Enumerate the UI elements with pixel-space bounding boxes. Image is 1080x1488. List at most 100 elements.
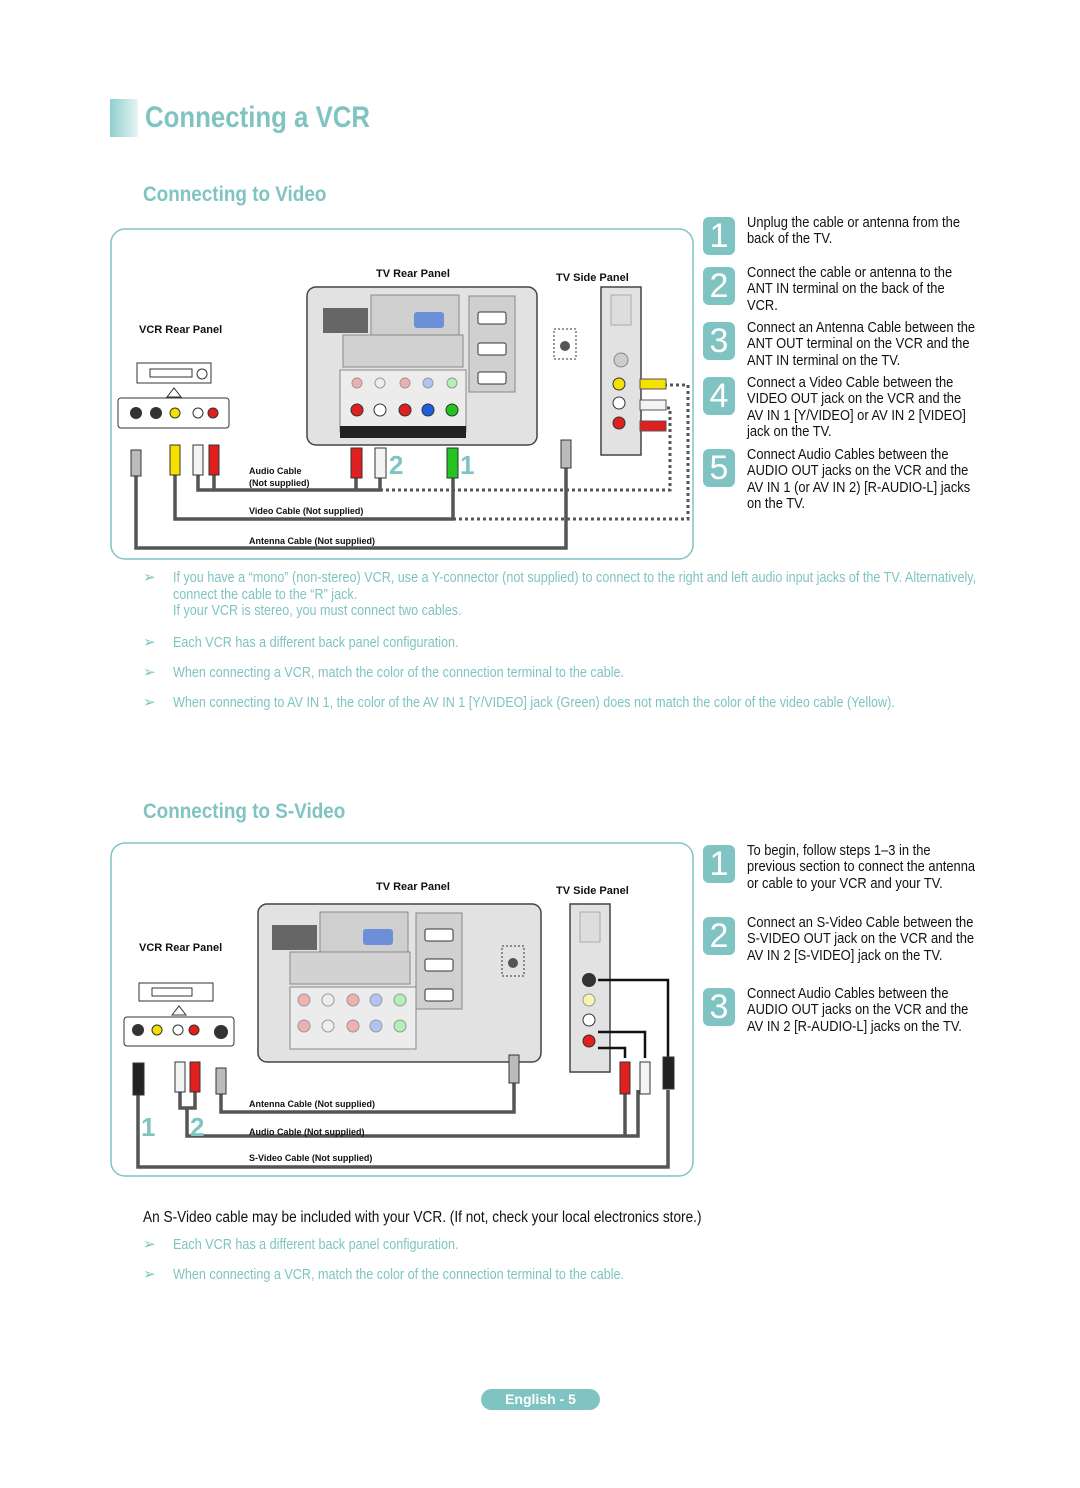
diagram-shape — [150, 407, 162, 419]
diagram-shape — [560, 341, 570, 351]
diagram-shape — [297, 1019, 311, 1033]
diagram-shape — [639, 420, 667, 432]
diagram-shape — [612, 396, 626, 410]
diagram-shape — [613, 352, 629, 368]
diagram-shape — [192, 407, 204, 419]
step-number: 4 — [703, 377, 735, 415]
diagram-shape — [363, 929, 393, 945]
diagram-shape — [508, 958, 518, 968]
step-text: Connect Audio Cables between the AUDIO O… — [747, 985, 969, 1035]
section-heading-video: Connecting to Video — [143, 183, 327, 206]
diagram-shape — [350, 447, 363, 479]
video-cable-label: Video Cable (Not supplied) — [249, 506, 363, 516]
svideo-info-text: An S-Video cable may be included with yo… — [143, 1209, 702, 1226]
diagram-shape — [208, 444, 220, 476]
diagram-shape — [414, 312, 444, 328]
diagram-shape — [639, 1061, 651, 1095]
diagram-shape — [369, 1019, 383, 1033]
tv-side-panel-label: TV Side Panel — [556, 272, 629, 284]
diagram-shape — [170, 1005, 188, 1016]
diagram-shape — [215, 1067, 227, 1095]
step-marker-1: 1 — [141, 1112, 155, 1142]
note-arrow-icon: ➢ — [143, 694, 156, 711]
diagram-shape — [189, 1061, 201, 1093]
diagram-shape — [477, 311, 507, 325]
diagram-shape — [174, 1061, 186, 1093]
title-accent-bar — [110, 99, 138, 137]
diagram-shape — [477, 371, 507, 385]
diagram-shape — [560, 439, 572, 469]
vcr-rear-panel-label: VCR Rear Panel — [139, 324, 222, 336]
diagram-shape — [445, 403, 459, 417]
step-text: Connect an Antenna Cable between the ANT… — [747, 319, 976, 369]
tv-side-panel — [600, 286, 667, 456]
diagram-shape — [393, 993, 407, 1007]
note-text: Each VCR has a different back panel conf… — [173, 1236, 459, 1253]
diagram-shape — [321, 993, 335, 1007]
diagram-shape — [172, 1024, 184, 1036]
diagram-shape — [582, 1034, 596, 1048]
step-number: 1 — [703, 845, 735, 883]
diagram-shape — [477, 342, 507, 356]
diagram-shape — [579, 911, 601, 943]
svideo-cable — [136, 1090, 670, 1169]
audio-cable-label: Audio Cable (Not supplied) — [249, 1127, 365, 1137]
diagram-shape — [639, 399, 667, 411]
diagram-shape — [374, 377, 386, 389]
diagram-shape — [373, 403, 387, 417]
step-number: 1 — [703, 217, 735, 255]
section-heading-svideo: Connecting to S-Video — [143, 800, 346, 823]
diagram-shape — [424, 958, 454, 972]
step-number: 5 — [703, 449, 735, 487]
svideo-connection-diagram: TV Rear Panel TV Side Panel VCR Rear Pan… — [110, 842, 694, 1177]
diagram-shape — [346, 993, 360, 1007]
vcr-device — [117, 362, 230, 429]
vcr-device — [123, 982, 235, 1047]
step-number: 3 — [703, 322, 735, 360]
diagram-shape — [393, 1019, 407, 1033]
step-text: Unplug the cable or antenna from the bac… — [747, 214, 960, 248]
diagram-shape — [421, 403, 435, 417]
diagram-shape — [297, 993, 311, 1007]
diagram-shape — [323, 308, 368, 333]
diagram-shape — [130, 407, 142, 419]
step-marker-2: 2 — [190, 1112, 204, 1142]
diagram-shape — [446, 377, 458, 389]
note-arrow-icon: ➢ — [143, 634, 156, 651]
step-marker-2: 2 — [389, 450, 403, 480]
diagram-shape — [619, 1061, 631, 1095]
step-number: 3 — [703, 988, 735, 1026]
antenna-cable-label: Antenna Cable (Not supplied) — [249, 1099, 375, 1109]
audio-cable-label: Audio Cable — [249, 466, 302, 476]
note-text-2: If your VCR is stereo, you must connect … — [173, 602, 462, 619]
diagram-shape — [424, 928, 454, 942]
video-connection-diagram: TV Rear Panel TV Side Panel VCR Rear Pan… — [110, 228, 694, 560]
diagram-shape — [508, 1054, 520, 1084]
antenna-cable-label: Antenna Cable (Not supplied) — [249, 536, 375, 546]
diagram-shape — [610, 294, 632, 326]
diagram-shape — [342, 334, 464, 368]
tv-rear-panel — [257, 903, 542, 1063]
diagram-shape — [169, 444, 181, 476]
diagram-shape — [192, 444, 204, 476]
diagram-shape — [207, 407, 219, 419]
diagram-shape — [398, 403, 412, 417]
diagram-shape — [662, 1056, 675, 1090]
step-text: To begin, follow steps 1–3 in the previo… — [747, 842, 976, 892]
diagram-shape — [169, 407, 181, 419]
step-number: 2 — [703, 917, 735, 955]
step-text: Connect the cable or antenna to the ANT … — [747, 264, 953, 314]
diagram-shape — [188, 1024, 200, 1036]
diagram-shape — [346, 1019, 360, 1033]
diagram-shape — [422, 377, 434, 389]
step-text: Connect Audio Cables between the AUDIO O… — [747, 446, 971, 513]
diagram-shape — [138, 982, 214, 1002]
diagram-shape — [350, 403, 364, 417]
note-arrow-icon: ➢ — [143, 569, 156, 586]
tv-rear-panel — [306, 286, 577, 446]
diagram-shape — [214, 1025, 228, 1039]
note-text: Each VCR has a different back panel conf… — [173, 634, 459, 651]
diagram-shape — [136, 362, 212, 384]
note-text: When connecting a VCR, match the color o… — [173, 664, 625, 681]
diagram-shape — [289, 951, 411, 985]
